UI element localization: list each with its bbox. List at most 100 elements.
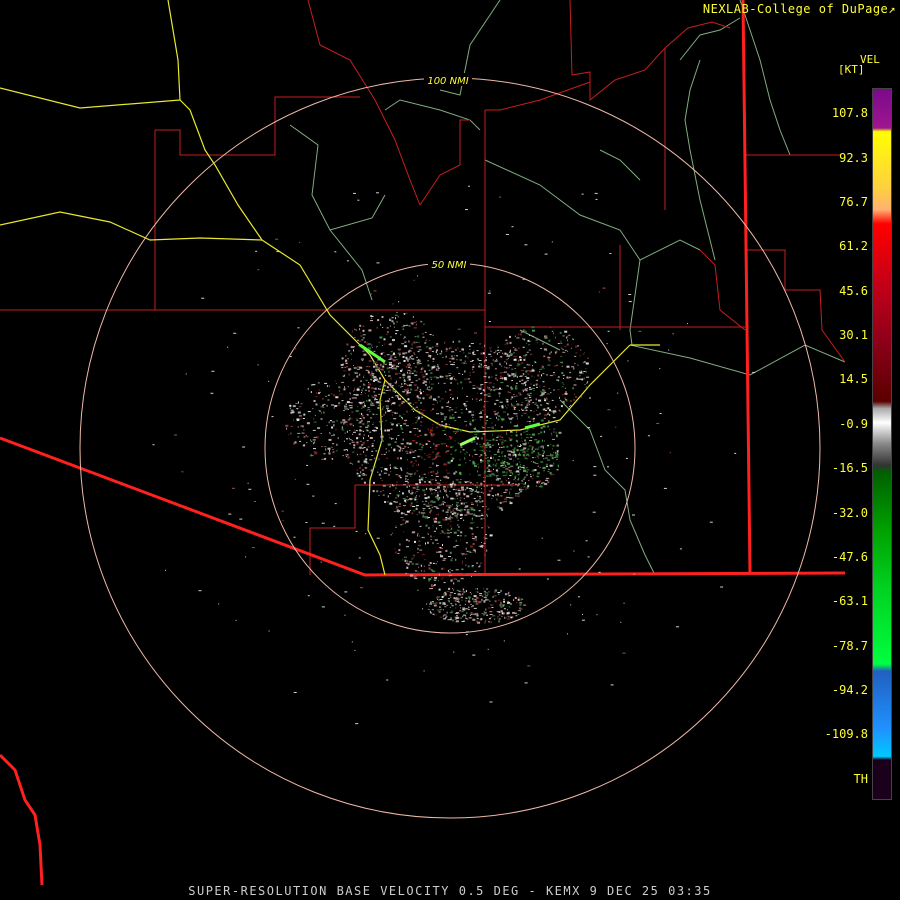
- echo-pixel: [343, 410, 345, 412]
- echo-pixel: [428, 517, 430, 518]
- echo-pixel: [503, 377, 507, 380]
- echo-pixel: [305, 522, 308, 523]
- echo-pixel: [446, 445, 448, 447]
- echo-pixel: [388, 450, 390, 452]
- echo-pixel: [496, 352, 498, 355]
- echo-pixel: [544, 336, 548, 339]
- echo-pixel: [443, 496, 444, 499]
- echo-pixel: [481, 450, 484, 452]
- echo-pixel: [446, 532, 450, 534]
- echo-pixel: [441, 503, 445, 505]
- echo-pixel: [472, 385, 476, 387]
- echo-pixel: [491, 444, 494, 446]
- echo-pixel: [449, 551, 452, 554]
- echo-pixel: [422, 608, 424, 610]
- echo-pixel: [531, 478, 534, 480]
- echo-pixel: [452, 397, 454, 400]
- echo-pixel: [562, 351, 566, 353]
- echo-pixel: [452, 457, 455, 460]
- echo-pixel: [435, 563, 437, 565]
- echo-pixel: [293, 692, 297, 693]
- echo-pixel: [423, 503, 426, 505]
- echo-pixel: [411, 512, 414, 515]
- echo-pixel: [513, 413, 515, 415]
- echo-pixel: [556, 379, 560, 381]
- echo-pixel: [368, 329, 370, 332]
- echo-pixel: [372, 466, 376, 468]
- echo-pixel: [483, 590, 486, 592]
- echo-pixel: [363, 460, 367, 463]
- echo-pixel: [475, 429, 477, 431]
- echo-pixel: [352, 380, 355, 382]
- echo-pixel: [497, 592, 501, 593]
- echo-pixel: [573, 399, 575, 401]
- echo-pixel: [405, 356, 408, 359]
- legend-label: -16.5: [831, 461, 868, 475]
- echo-pixel: [435, 454, 438, 456]
- echo-pixel: [376, 192, 379, 194]
- echo-pixel: [547, 357, 551, 359]
- echo-pixel: [457, 512, 459, 515]
- echo-pixel: [462, 614, 466, 616]
- echo-pixel: [516, 493, 520, 495]
- echo-pixel: [529, 370, 532, 373]
- echo-pixel: [449, 515, 451, 517]
- echo-pixel: [412, 403, 414, 405]
- echo-pixel: [436, 401, 438, 404]
- echo-pixel: [344, 374, 346, 376]
- echo-pixel: [555, 455, 559, 458]
- echo-pixel: [379, 377, 381, 380]
- echo-pixel: [369, 459, 373, 461]
- echo-pixel: [509, 488, 512, 490]
- echo-pixel: [528, 480, 530, 481]
- echo-pixel: [519, 603, 522, 606]
- echo-pixel: [505, 464, 507, 467]
- echo-pixel: [377, 471, 379, 473]
- echo-pixel: [465, 489, 467, 491]
- echo-pixel: [326, 424, 328, 426]
- echo-pixel: [516, 400, 517, 402]
- echo-pixel: [556, 469, 559, 471]
- echo-pixel: [426, 603, 428, 605]
- echo-pixel: [359, 324, 362, 327]
- echo-pixel: [502, 438, 504, 441]
- echo-pixel: [397, 362, 401, 364]
- echo-pixel: [445, 355, 447, 358]
- echo-pixel: [409, 370, 412, 372]
- echo-pixel: [532, 474, 534, 477]
- echo-pixel: [474, 453, 478, 455]
- echo-pixel: [410, 388, 413, 391]
- echo-pixel: [436, 543, 439, 544]
- echo-pixel: [458, 613, 460, 615]
- echo-pixel: [498, 392, 501, 395]
- echo-pixel: [593, 474, 597, 476]
- echo-pixel: [513, 358, 517, 361]
- echo-pixel: [497, 617, 499, 619]
- echo-pixel: [508, 470, 512, 472]
- echo-pixel: [415, 505, 419, 507]
- echo-pixel: [418, 449, 421, 450]
- echo-pixel: [446, 435, 448, 437]
- echo-pixel: [428, 580, 431, 582]
- echo-pixel: [370, 417, 373, 419]
- echo-pixel: [299, 242, 301, 243]
- echo-pixel: [440, 555, 444, 558]
- echo-pixel: [472, 354, 476, 356]
- echo-pixel: [326, 385, 328, 388]
- echo-pixel: [494, 360, 498, 362]
- echo-pixel: [506, 480, 507, 482]
- echo-pixel: [361, 412, 363, 415]
- echo-pixel: [356, 419, 358, 421]
- echo-pixel: [501, 420, 503, 422]
- echo-pixel: [449, 427, 451, 429]
- echo-pixel: [398, 372, 401, 374]
- echo-pixel: [382, 436, 384, 438]
- echo-pixel: [415, 459, 417, 462]
- echo-pixel: [444, 416, 448, 418]
- echo-pixel: [449, 532, 452, 534]
- echo-pixel: [471, 576, 472, 577]
- echo-pixel: [528, 404, 530, 406]
- echo-pixel: [361, 339, 364, 341]
- echo-pixel: [416, 371, 418, 374]
- echo-pixel: [451, 357, 455, 360]
